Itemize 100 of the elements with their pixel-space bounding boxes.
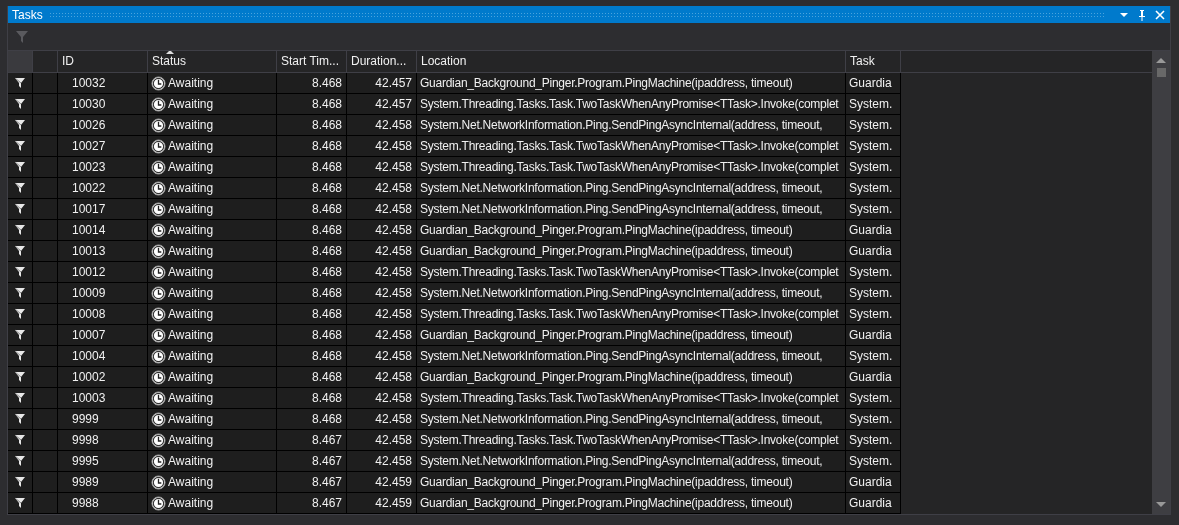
status-text: Awaiting (168, 221, 214, 239)
table-cell: 9989 (58, 472, 148, 493)
table-cell: 10027 (58, 136, 148, 157)
flag-icon[interactable] (14, 140, 26, 152)
pin-icon[interactable] (1136, 8, 1148, 21)
table-cell: 10022 (58, 178, 148, 199)
table-cell: 8.468 (277, 304, 347, 325)
flag-icon[interactable] (14, 98, 26, 110)
table-cell: 42.458 (347, 409, 417, 430)
flag-icon[interactable] (14, 161, 26, 173)
table-cell: 8.468 (277, 346, 347, 367)
status-text: Awaiting (168, 95, 214, 113)
flag-icon[interactable] (14, 266, 26, 278)
flag-icon[interactable] (14, 224, 26, 236)
table-cell: 42.458 (347, 304, 417, 325)
table-cell: 8.467 (277, 472, 347, 493)
table-cell: 8.467 (277, 493, 347, 514)
table-cell: 10014 (58, 220, 148, 241)
flag-icon[interactable] (14, 245, 26, 257)
table-cell: System.Net.NetworkInformation.Ping.SendPingAsyncInternal(address, timeout, (417, 178, 846, 199)
flag-icon[interactable] (14, 476, 26, 488)
table-cell: System.Net.NetworkInformation.Ping.SendPingAsyncInternal(address, timeout, (417, 283, 846, 304)
table-cell: 42.458 (347, 157, 417, 178)
scroll-down-icon[interactable] (1156, 502, 1166, 508)
table-cell: 42.458 (347, 178, 417, 199)
table-cell: 42.457 (347, 73, 417, 94)
table-cell: System.Net.NetworkInformation.Ping.SendPingAsyncInternal(address, timeout, (417, 451, 846, 472)
close-icon[interactable] (1154, 8, 1166, 21)
flag-icon[interactable] (14, 350, 26, 362)
table-cell: 8.467 (277, 451, 347, 472)
status-text: Awaiting (168, 305, 214, 323)
flag-icon[interactable] (14, 203, 26, 215)
table-cell: 8.468 (277, 388, 347, 409)
table-cell: Guardia (846, 73, 901, 94)
table-cell: Guardian_Background_Pinger.Program.PingMachine(ipaddress, timeout) (417, 220, 846, 241)
flag-icon[interactable] (14, 182, 26, 194)
scroll-thumb[interactable] (1156, 68, 1166, 77)
table-cell: Guardia (846, 493, 901, 514)
table-cell: 42.459 (347, 472, 417, 493)
table-cell: 42.457 (347, 94, 417, 115)
table-cell: 8.468 (277, 73, 347, 94)
table-cell: 8.468 (277, 115, 347, 136)
table-cell: 42.458 (347, 388, 417, 409)
table-cell: 8.468 (277, 136, 347, 157)
status-text: Awaiting (168, 389, 214, 407)
flag-icon[interactable] (14, 77, 26, 89)
table-cell: Guardia (846, 325, 901, 346)
table-cell: System. (846, 451, 901, 472)
flag-icon[interactable] (14, 434, 26, 446)
table-cell: 42.458 (347, 262, 417, 283)
table-cell: 8.468 (277, 367, 347, 388)
status-text: Awaiting (168, 410, 214, 428)
flag-icon[interactable] (14, 308, 26, 320)
flag-icon[interactable] (14, 497, 26, 509)
table-cell: 8.467 (277, 430, 347, 451)
table-cell: 42.458 (347, 325, 417, 346)
flag-icon[interactable] (14, 455, 26, 467)
table-cell: Guardian_Background_Pinger.Program.PingMachine(ipaddress, timeout) (417, 472, 846, 493)
table-cell: System. (846, 94, 901, 115)
table-cell: 42.458 (347, 136, 417, 157)
table-cell: 10003 (58, 388, 148, 409)
table-cell: System.Threading.Tasks.Task.TwoTaskWhenAnyPromise<TTask>.Invoke(complet (417, 430, 846, 451)
table-cell: 8.468 (277, 283, 347, 304)
status-text: Awaiting (168, 179, 214, 197)
table-cell: Guardian_Background_Pinger.Program.PingMachine(ipaddress, timeout) (417, 73, 846, 94)
table-cell: 10026 (58, 115, 148, 136)
table-cell: 9995 (58, 451, 148, 472)
table-cell: 8.468 (277, 94, 347, 115)
flag-icon[interactable] (14, 329, 26, 341)
status-text: Awaiting (168, 326, 214, 344)
table-cell: 10007 (58, 325, 148, 346)
status-text: Awaiting (168, 158, 214, 176)
table-cell: System. (846, 178, 901, 199)
table-cell: 42.458 (347, 430, 417, 451)
table-cell: System. (846, 136, 901, 157)
scrollbar[interactable] (1152, 51, 1170, 514)
scroll-up-icon[interactable] (1156, 57, 1166, 63)
flag-icon[interactable] (14, 371, 26, 383)
table-cell: System. (846, 283, 901, 304)
table-cell: System. (846, 199, 901, 220)
table-cell: 10009 (58, 283, 148, 304)
status-text: Awaiting (168, 116, 214, 134)
table-cell: System. (846, 304, 901, 325)
table-cell: System. (846, 346, 901, 367)
table-cell: Guardia (846, 472, 901, 493)
flag-icon[interactable] (14, 119, 26, 131)
status-text: Awaiting (168, 452, 214, 470)
flag-icon[interactable] (14, 392, 26, 404)
table-cell: Guardian_Background_Pinger.Program.PingMachine(ipaddress, timeout) (417, 367, 846, 388)
table-cell: System.Threading.Tasks.Task.TwoTaskWhenAnyPromise<TTask>.Invoke(complet (417, 136, 846, 157)
table-cell: 8.468 (277, 409, 347, 430)
table-cell: 9988 (58, 493, 148, 514)
table-cell: Guardian_Background_Pinger.Program.PingMachine(ipaddress, timeout) (417, 493, 846, 514)
flag-icon[interactable] (14, 413, 26, 425)
flag-icon[interactable] (14, 287, 26, 299)
table-cell: System. (846, 157, 901, 178)
window-title: Tasks (12, 7, 43, 22)
status-text: Awaiting (168, 494, 214, 512)
table-cell: 10032 (58, 73, 148, 94)
table-cell: System.Net.NetworkInformation.Ping.SendPingAsyncInternal(address, timeout, (417, 409, 846, 430)
